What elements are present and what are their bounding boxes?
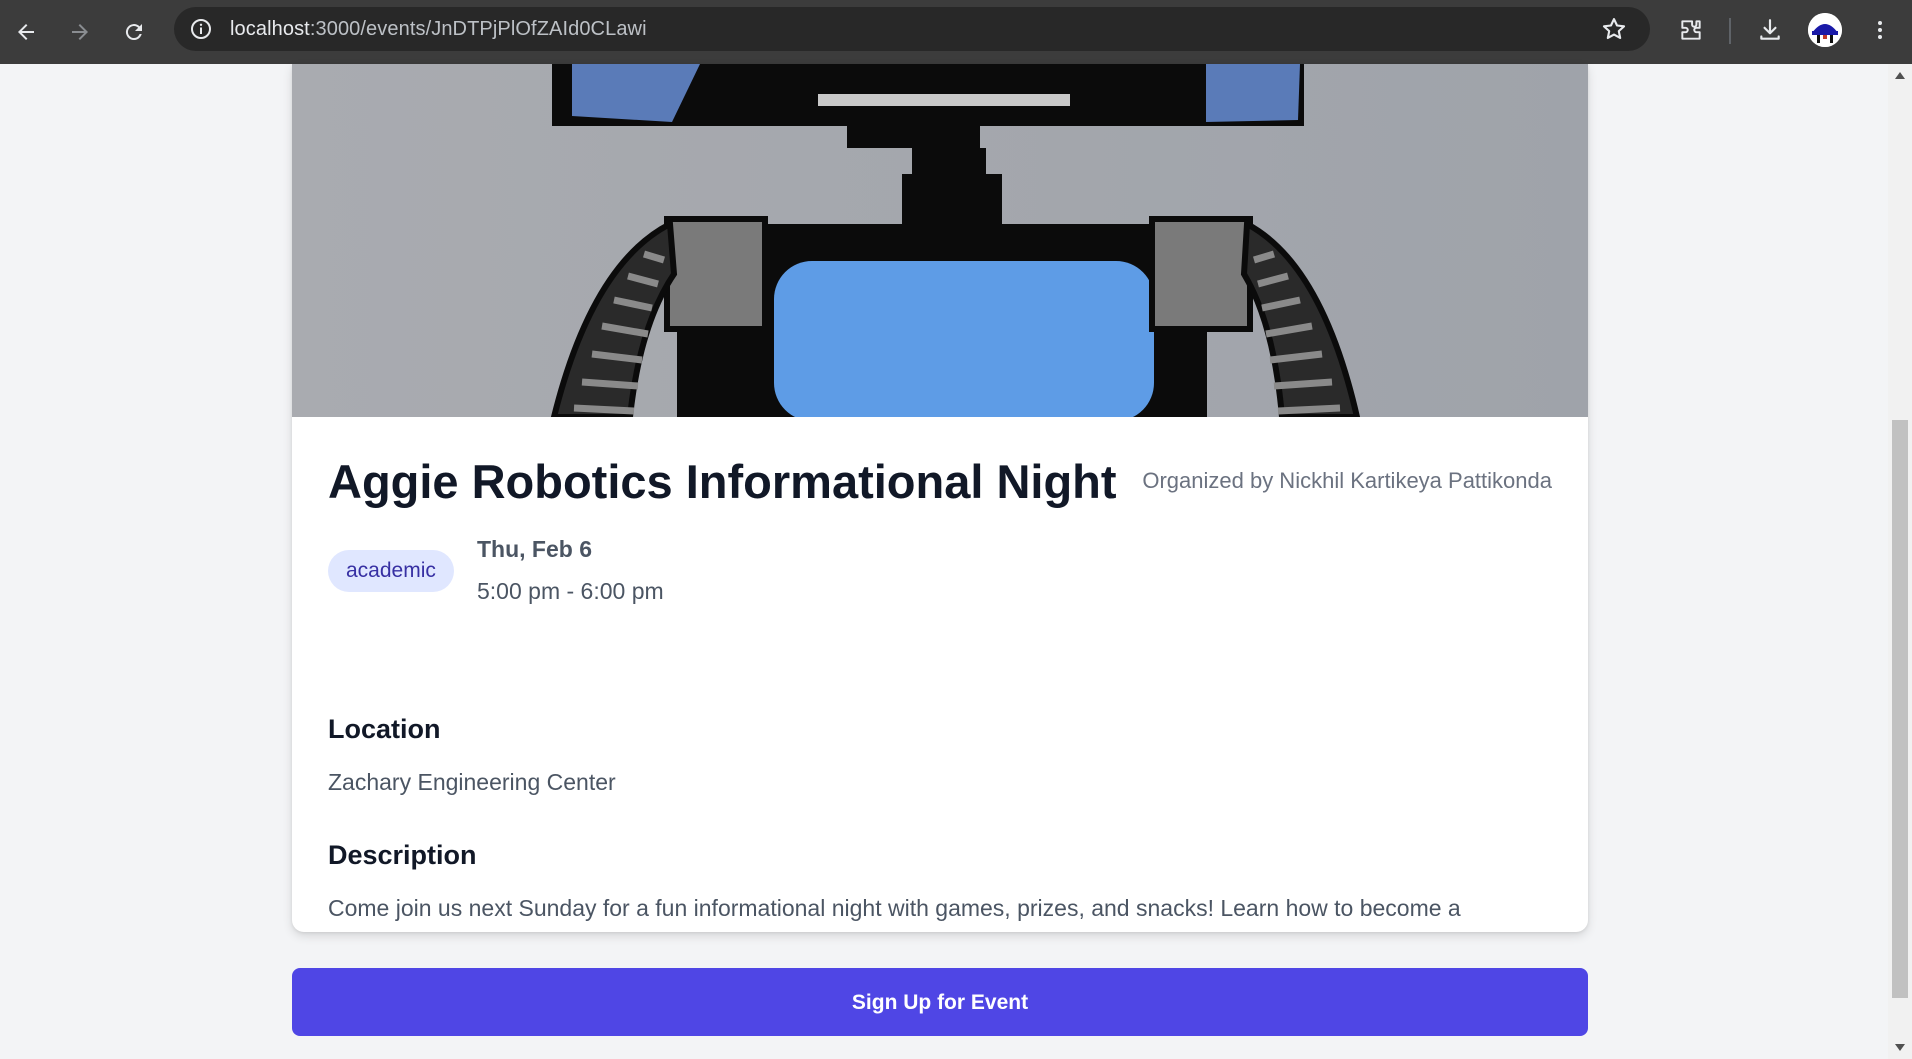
address-bar[interactable]: localhost:3000/events/JnDTPjPlOfZAId0CLa… <box>174 7 1650 51</box>
browser-toolbar: localhost:3000/events/JnDTPjPlOfZAId0CLa… <box>0 0 1912 64</box>
extensions-button[interactable] <box>1671 10 1711 50</box>
event-card: Aggie Robotics Informational Night Organ… <box>292 64 1588 932</box>
avatar-image <box>1808 13 1842 47</box>
download-icon <box>1760 19 1780 40</box>
event-title: Aggie Robotics Informational Night <box>328 455 1117 508</box>
bookmark-star-icon[interactable] <box>1600 15 1628 43</box>
forward-icon <box>72 24 88 40</box>
extensions-icon <box>1681 20 1701 40</box>
site-info-icon <box>191 19 211 39</box>
description-text: Come join us next Sunday for a fun infor… <box>328 895 1461 932</box>
toolbar-divider <box>1729 18 1731 44</box>
scroll-up-arrow-icon[interactable] <box>1895 72 1905 79</box>
url-text[interactable]: localhost:3000/events/JnDTPjPlOfZAId0CLa… <box>230 18 647 41</box>
url-path: :3000/events/JnDTPjPlOfZAId0CLawi <box>309 17 647 40</box>
back-icon <box>18 24 34 40</box>
profile-avatar[interactable] <box>1808 13 1842 47</box>
site-info-button[interactable] <box>186 14 216 44</box>
event-date: Thu, Feb 6 <box>477 536 592 562</box>
robot-illustration <box>292 64 1588 417</box>
page-scrollbar[interactable] <box>1888 64 1912 1059</box>
forward-button[interactable] <box>60 12 100 52</box>
reload-icon <box>125 24 142 41</box>
location-heading: Location <box>328 714 441 744</box>
reload-button[interactable] <box>114 12 154 52</box>
scrollbar-thumb[interactable] <box>1892 420 1908 998</box>
signup-button[interactable]: Sign Up for Event <box>292 968 1588 1036</box>
browser-menu-button[interactable] <box>1860 10 1900 50</box>
menu-kebab-icon <box>1878 21 1882 39</box>
category-badge: academic <box>328 550 454 592</box>
scroll-down-arrow-icon[interactable] <box>1895 1044 1905 1051</box>
description-heading: Description <box>328 840 477 870</box>
event-image <box>292 64 1588 417</box>
location-text: Zachary Engineering Center <box>328 769 616 795</box>
download-button[interactable] <box>1750 10 1790 50</box>
event-time: 5:00 pm - 6:00 pm <box>477 578 664 604</box>
url-host: localhost <box>230 17 310 40</box>
back-button[interactable] <box>6 12 46 52</box>
event-organizer: Organized by Nickhil Kartikeya Pattikond… <box>1142 468 1552 493</box>
